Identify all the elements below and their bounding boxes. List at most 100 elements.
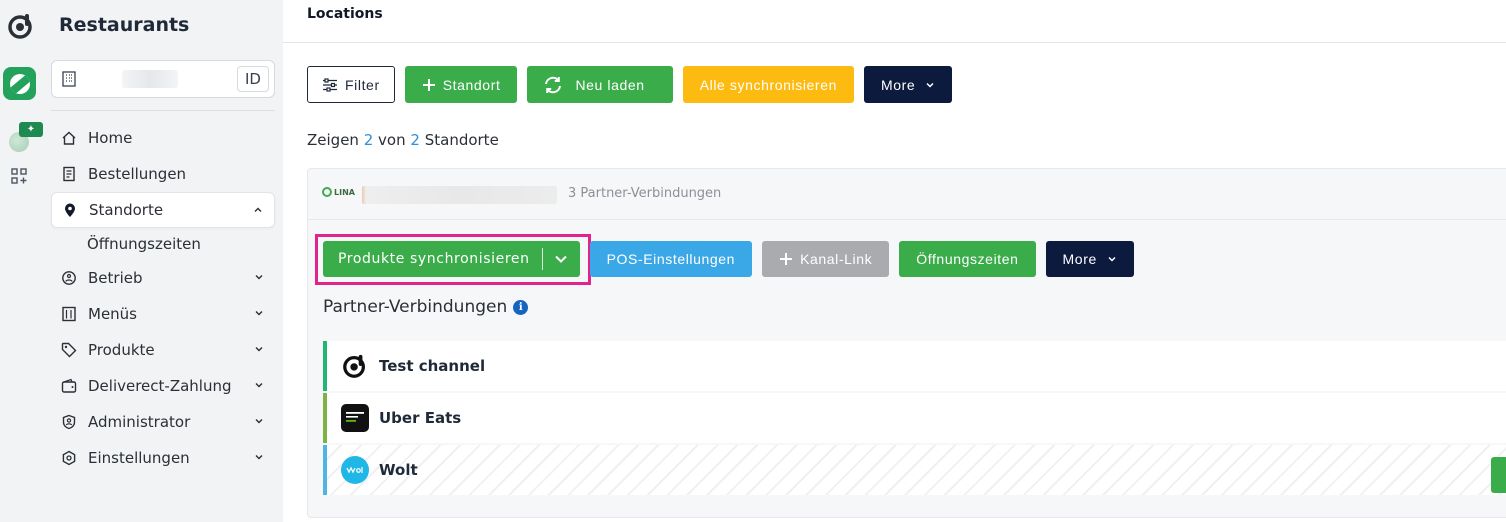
more-label: More	[880, 76, 916, 93]
channel-action-button[interactable]	[1491, 457, 1506, 493]
sidebar-subitem-opening-hours[interactable]: Öffnungszeiten	[51, 228, 275, 260]
sidebar-item-label: Menüs	[88, 305, 137, 323]
channel-row-uber-eats[interactable]: Uber Eats	[323, 393, 1506, 443]
summary-prefix: Zeigen	[307, 131, 359, 149]
sync-products-split-button[interactable]: Produkte synchronisieren	[323, 241, 580, 277]
channel-row-wolt[interactable]: Wolt	[323, 445, 1506, 495]
sidebar-item-operations[interactable]: Betrieb	[51, 260, 275, 296]
pos-settings-button[interactable]: POS-Einstellungen	[589, 241, 753, 277]
uber-eats-icon	[341, 404, 369, 432]
building-icon	[62, 71, 76, 87]
sidebar-item-payments[interactable]: Deliverect-Zahlung	[51, 368, 275, 404]
account-name-redacted	[122, 70, 178, 88]
sidebar-item-home[interactable]: Home	[51, 120, 275, 156]
sidebar-item-label: Home	[88, 129, 133, 147]
deliverect-logo-icon[interactable]	[6, 12, 34, 40]
home-icon	[61, 130, 77, 146]
location-card-header[interactable]: LINA 3 Partner-Verbindungen	[308, 169, 1506, 220]
channel-row-test-channel[interactable]: Test channel	[323, 341, 1506, 391]
receipt-icon	[61, 166, 77, 182]
sidebar-item-label: Deliverect-Zahlung	[88, 377, 232, 395]
more-label: More	[1062, 251, 1097, 267]
partner-connections-title: Partner-Verbindungen	[323, 297, 508, 317]
chevron-down-icon	[1107, 255, 1117, 263]
channel-list: Test channel Uber Eats Wolt	[323, 341, 1506, 497]
sliders-icon	[322, 77, 338, 92]
main-content: Locations Filter Standort Neu laden Alle…	[283, 0, 1506, 522]
chevron-up-icon	[254, 207, 262, 212]
chevron-down-icon	[255, 419, 263, 424]
sync-all-button[interactable]: Alle synchronisieren	[682, 66, 854, 103]
filter-button[interactable]: Filter	[307, 66, 395, 103]
channel-link-label: Kanal-Link	[800, 251, 873, 267]
location-pin-icon	[62, 202, 78, 218]
info-icon[interactable]: i	[513, 299, 529, 315]
sidebar-item-label: Standorte	[89, 201, 164, 219]
account-selector[interactable]: ID	[51, 60, 275, 98]
apps-grid-icon[interactable]	[11, 168, 27, 184]
wallet-icon	[61, 378, 77, 394]
summary-middle: von	[378, 131, 406, 149]
chevron-down-icon	[255, 311, 263, 316]
account-id-badge[interactable]: ID	[237, 66, 269, 92]
plus-icon	[779, 252, 793, 266]
summary-suffix: Standorte	[424, 131, 499, 149]
sidebar-item-products[interactable]: Produkte	[51, 332, 275, 368]
logo-mark-icon	[322, 187, 332, 197]
location-logo: LINA	[322, 187, 355, 197]
channel-name: Test channel	[379, 357, 486, 375]
sidebar-title: Restaurants	[59, 14, 190, 36]
sidebar-item-label: Produkte	[88, 341, 155, 359]
location-more-button[interactable]: More	[1045, 241, 1134, 277]
chevron-down-icon	[255, 275, 263, 280]
sidebar-item-orders[interactable]: Bestellungen	[51, 156, 275, 192]
sidebar-item-settings[interactable]: Einstellungen	[51, 440, 275, 476]
sidebar-item-administrator[interactable]: Administrator	[51, 404, 275, 440]
sidebar-item-label: Betrieb	[88, 269, 143, 287]
partner-connection-count: 3 Partner-Verbindungen	[568, 186, 722, 201]
location-name-redacted	[362, 186, 557, 204]
location-actions: Produkte synchronisieren POS-Einstellung…	[323, 241, 1134, 277]
menu-icon	[61, 306, 77, 322]
sync-products-button[interactable]: Produkte synchronisieren	[323, 251, 542, 267]
opening-hours-button[interactable]: Öffnungszeiten	[899, 241, 1036, 277]
divider	[51, 110, 275, 111]
sidebar: Restaurants ID Home Bestellungen Standor…	[43, 0, 283, 522]
sync-all-label: Alle synchronisieren	[699, 76, 837, 93]
settings-icon	[61, 450, 77, 466]
sidebar-item-label: Einstellungen	[88, 449, 190, 467]
chevron-down-icon	[255, 383, 263, 388]
operations-icon	[61, 270, 77, 286]
summary-total-count: 2	[410, 131, 420, 149]
admin-icon	[61, 414, 77, 430]
add-location-label: Standort	[442, 76, 501, 93]
refresh-icon	[543, 76, 563, 94]
reload-label: Neu laden	[575, 76, 645, 93]
sidebar-item-menus[interactable]: Menüs	[51, 296, 275, 332]
sidebar-item-locations[interactable]: Standorte	[51, 192, 275, 228]
summary-shown-count: 2	[363, 131, 374, 149]
chevron-down-icon	[255, 347, 263, 352]
logo-text: LINA	[334, 187, 355, 197]
ai-assistant-icon[interactable]: ✦	[9, 122, 43, 152]
more-button[interactable]: More	[863, 66, 953, 103]
app-switcher-icon[interactable]	[3, 67, 36, 100]
header-divider	[283, 42, 1506, 43]
tag-icon	[61, 342, 77, 358]
page-title: Locations	[307, 6, 383, 22]
reload-button[interactable]: Neu laden	[527, 66, 673, 103]
channel-name: Uber Eats	[379, 409, 462, 427]
channel-status-bar	[323, 393, 327, 443]
partner-connections-heading: Partner-Verbindungen i	[323, 297, 529, 317]
toolbar: Filter Standort Neu laden Alle synchroni…	[307, 66, 953, 103]
sidebar-nav: Home Bestellungen Standorte Öffnungszeit…	[51, 120, 275, 476]
add-location-button[interactable]: Standort	[404, 66, 518, 103]
chevron-down-icon[interactable]	[543, 254, 580, 264]
deliverect-channel-icon	[341, 352, 369, 380]
channel-status-bar	[323, 445, 327, 495]
channel-link-button[interactable]: Kanal-Link	[762, 241, 890, 277]
icon-rail: ✦	[0, 0, 43, 522]
channel-status-bar	[323, 341, 327, 391]
filter-label: Filter	[345, 76, 380, 93]
pos-settings-label: POS-Einstellungen	[606, 251, 736, 267]
